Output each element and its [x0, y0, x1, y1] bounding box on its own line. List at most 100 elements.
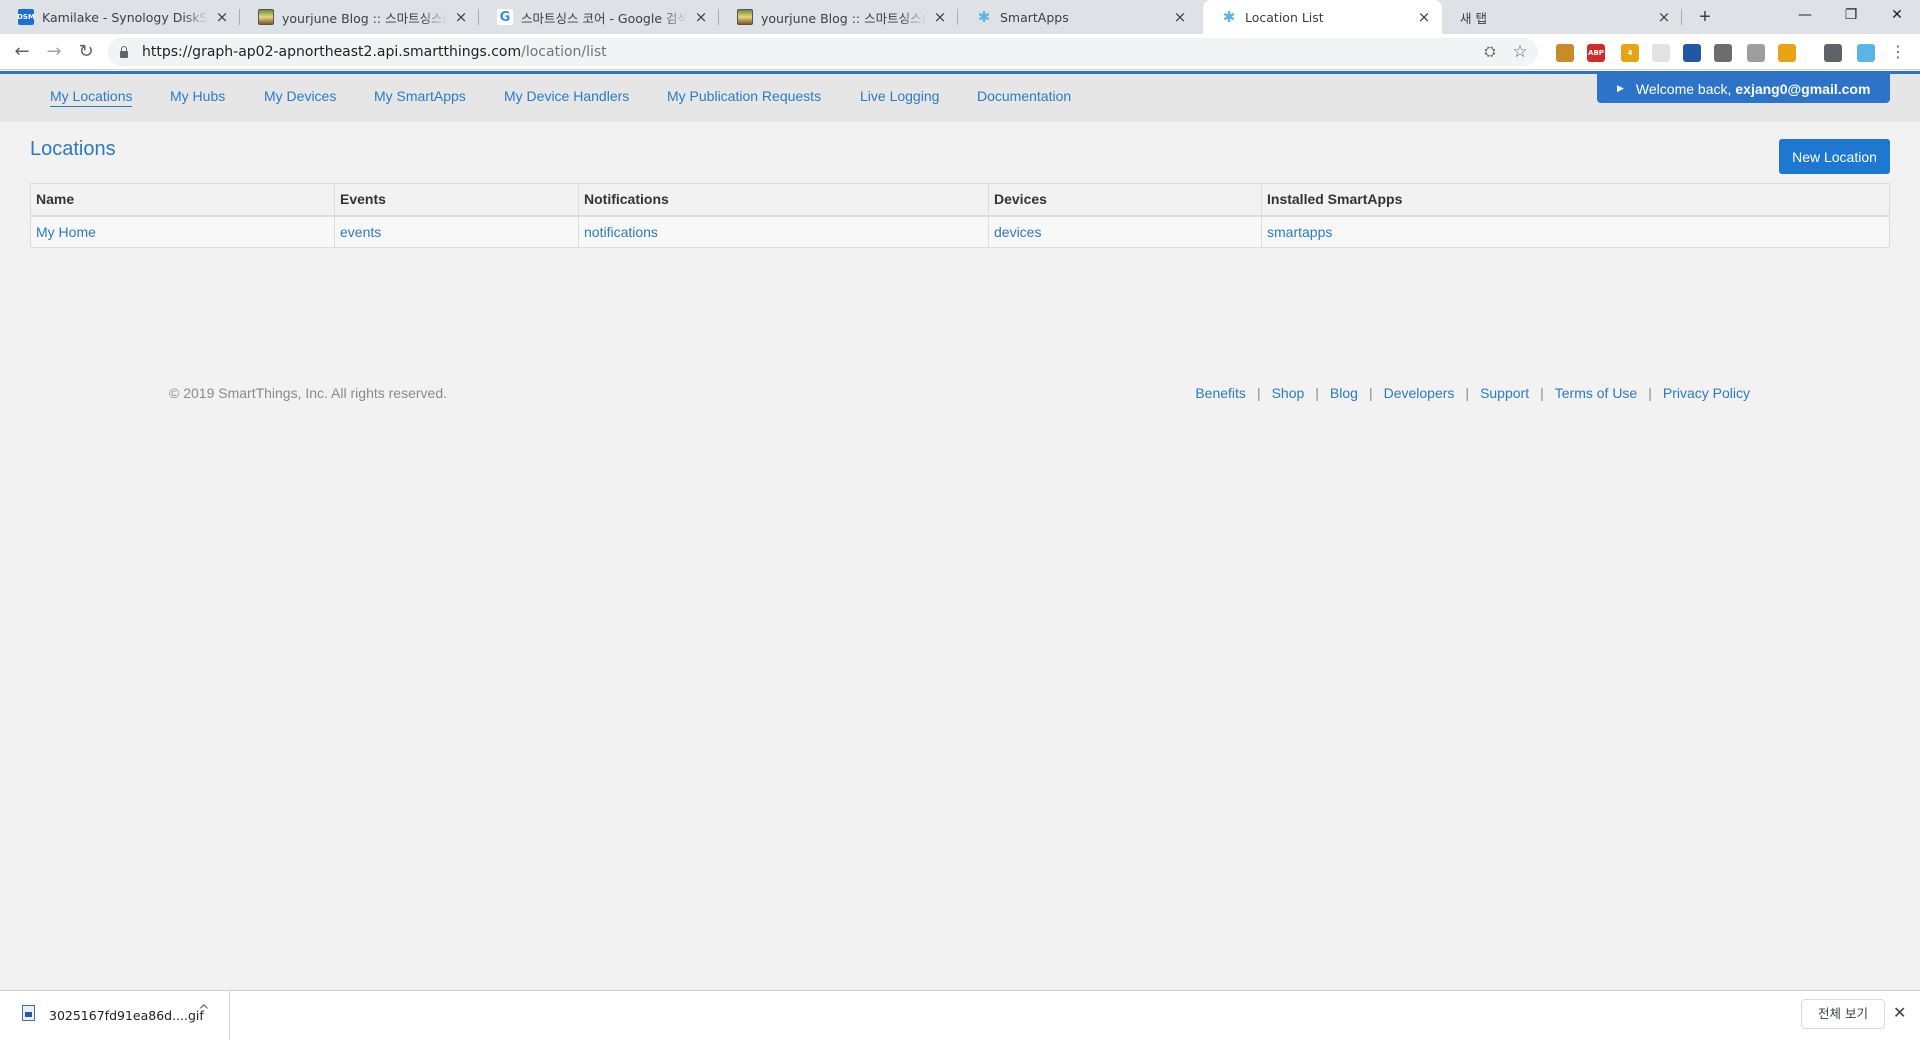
table-cell: events	[334, 215, 579, 248]
welcome-user-menu[interactable]: ▶ Welcome back, exjang0@gmail.com	[1597, 74, 1890, 103]
new-location-button[interactable]: New Location	[1779, 139, 1890, 174]
minimize-button[interactable]: —	[1782, 0, 1828, 30]
nav-my-device-handlers[interactable]: My Device Handlers	[504, 88, 629, 104]
tab-location-list[interactable]: ✱ Location List ×	[1203, 0, 1442, 34]
tab-title: Location List	[1245, 9, 1324, 25]
tab-title: SmartApps	[1000, 9, 1069, 25]
nav-my-locations[interactable]: My Locations	[50, 88, 133, 107]
cookie-extension-icon[interactable]	[1556, 44, 1574, 62]
nav-my-publication-requests[interactable]: My Publication Requests	[667, 88, 821, 104]
back-button[interactable]: ←	[8, 38, 36, 66]
lock-icon[interactable]	[120, 46, 128, 58]
footer-link-terms[interactable]: Terms of Use	[1555, 385, 1637, 401]
footer-link-privacy[interactable]: Privacy Policy	[1663, 385, 1750, 401]
nav-documentation[interactable]: Documentation	[977, 88, 1071, 104]
footer-separator: |	[1256, 385, 1261, 401]
table-cell: smartapps	[1261, 215, 1890, 248]
tab-title: yourjune Blog :: 스마트싱스(SmartThings)	[282, 10, 447, 26]
devices-link[interactable]: devices	[994, 224, 1041, 240]
tab-close-icon[interactable]: ×	[214, 8, 230, 26]
download-shelf: 3025167fd91ea86d....gif ^ 전체 보기 ✕	[0, 990, 1920, 1040]
nav-my-smartapps[interactable]: My SmartApps	[374, 88, 466, 104]
tab-synology[interactable]: DSM Kamilake - Synology DiskStation ×	[0, 0, 240, 34]
tab-close-icon[interactable]: ×	[1416, 8, 1432, 26]
recycle-extension-icon[interactable]	[1714, 44, 1732, 62]
caret-right-icon: ▶	[1617, 83, 1624, 93]
synology-dsm-icon: DSM	[18, 9, 34, 25]
chevron-up-icon[interactable]: ^	[198, 1003, 210, 1019]
page-content: My Locations My Hubs My Devices My Smart…	[0, 71, 1920, 990]
column-header-notifications: Notifications	[578, 183, 989, 217]
store-extension-icon[interactable]	[1747, 44, 1765, 62]
reload-button[interactable]: ↻	[72, 38, 100, 66]
footer-link-developers[interactable]: Developers	[1384, 385, 1455, 401]
table-cell: notifications	[578, 215, 989, 248]
browser-menu-icon[interactable]: ⋮	[1890, 41, 1906, 63]
column-header-name: Name	[30, 183, 335, 217]
new-tab-button[interactable]: +	[1692, 4, 1718, 30]
tab-close-icon[interactable]: ×	[932, 8, 948, 26]
tab-google-search[interactable]: G 스마트싱스 코어 - Google 검색 ×	[479, 0, 719, 34]
footer-link-blog[interactable]: Blog	[1330, 385, 1358, 401]
footer-link-benefits[interactable]: Benefits	[1195, 385, 1246, 401]
download-file-name[interactable]: 3025167fd91ea86d....gif	[49, 1008, 204, 1023]
forward-button[interactable]: →	[40, 38, 68, 66]
column-header-devices: Devices	[988, 183, 1262, 217]
nav-my-hubs[interactable]: My Hubs	[170, 88, 225, 104]
translate-icon[interactable]: ⛭	[1478, 38, 1502, 66]
locations-table: Name Events Notifications Devices Instal…	[30, 183, 1890, 248]
blog-favicon-icon	[258, 9, 274, 25]
nav-my-devices[interactable]: My Devices	[264, 88, 336, 104]
welcome-text: Welcome back,	[1635, 80, 1732, 97]
tab-close-icon[interactable]: ×	[453, 8, 469, 26]
link-extension-icon[interactable]	[1778, 44, 1796, 62]
tab-yourjune-blog-1[interactable]: yourjune Blog :: 스마트싱스(SmartThings) ×	[240, 0, 479, 34]
notifications-link[interactable]: notifications	[584, 224, 658, 240]
show-all-downloads-button[interactable]: 전체 보기	[1801, 999, 1885, 1029]
table-header-row: Name Events Notifications Devices Instal…	[30, 183, 1890, 217]
welcome-username: exjang0@gmail.com	[1735, 80, 1871, 97]
tab-title: yourjune Blog :: 스마트싱스(SmartThings)	[761, 10, 926, 26]
window-close-button[interactable]: ✕	[1874, 0, 1920, 30]
footer-links: Benefits | Shop | Blog | Developers | Su…	[1195, 385, 1750, 401]
footer-link-shop[interactable]: Shop	[1272, 385, 1305, 401]
smartthings-icon: ✱	[977, 9, 991, 25]
smartthings-icon: ✱	[1222, 9, 1236, 25]
java-extension-icon[interactable]	[1652, 44, 1670, 62]
profile-extension-icon[interactable]	[1857, 44, 1875, 62]
translate-extension-icon[interactable]	[1683, 44, 1701, 62]
tab-title: 스마트싱스 코어 - Google 검색	[521, 10, 687, 26]
footer-separator: |	[1648, 385, 1652, 401]
restore-button[interactable]: ❐	[1828, 0, 1874, 30]
tab-close-icon[interactable]: ×	[1172, 8, 1188, 26]
image-file-icon	[22, 1005, 35, 1021]
page-title: Locations	[30, 138, 116, 160]
bookmark-star-icon[interactable]: ☆	[1508, 38, 1532, 66]
location-name-link[interactable]: My Home	[36, 224, 96, 240]
column-header-events: Events	[334, 183, 579, 217]
puzzle-extension-icon[interactable]: 4	[1621, 44, 1639, 62]
table-cell: devices	[988, 215, 1262, 248]
footer-separator: |	[1465, 385, 1470, 401]
tab-smartapps[interactable]: ✱ SmartApps ×	[958, 0, 1198, 34]
footer-separator: |	[1368, 385, 1373, 401]
smartapps-link[interactable]: smartapps	[1267, 224, 1332, 240]
tab-title: Kamilake - Synology DiskStation	[42, 9, 208, 25]
tab-yourjune-blog-2[interactable]: yourjune Blog :: 스마트싱스(SmartThings) ×	[719, 0, 958, 34]
events-link[interactable]: events	[340, 224, 381, 240]
download-item[interactable]: 3025167fd91ea86d....gif ^	[0, 991, 230, 1040]
column-header-installed-smartapps: Installed SmartApps	[1261, 183, 1890, 217]
url-text[interactable]: https://graph-ap02-apnortheast2.api.smar…	[142, 38, 607, 66]
nav-live-logging[interactable]: Live Logging	[860, 88, 939, 104]
tab-close-icon[interactable]: ×	[1656, 8, 1672, 26]
browser-tab-strip: DSM Kamilake - Synology DiskStation × yo…	[0, 0, 1920, 34]
close-shelf-icon[interactable]: ✕	[1893, 1003, 1906, 1022]
cast-icon[interactable]	[1824, 44, 1842, 62]
adblock-plus-icon[interactable]: ABP	[1587, 44, 1605, 62]
tab-new-tab[interactable]: 새 탭 ×	[1442, 0, 1682, 34]
table-cell: My Home	[30, 215, 335, 248]
tab-close-icon[interactable]: ×	[693, 8, 709, 26]
blog-favicon-icon	[737, 9, 753, 25]
address-bar[interactable]: https://graph-ap02-apnortheast2.api.smar…	[108, 38, 1538, 66]
footer-link-support[interactable]: Support	[1480, 385, 1529, 401]
